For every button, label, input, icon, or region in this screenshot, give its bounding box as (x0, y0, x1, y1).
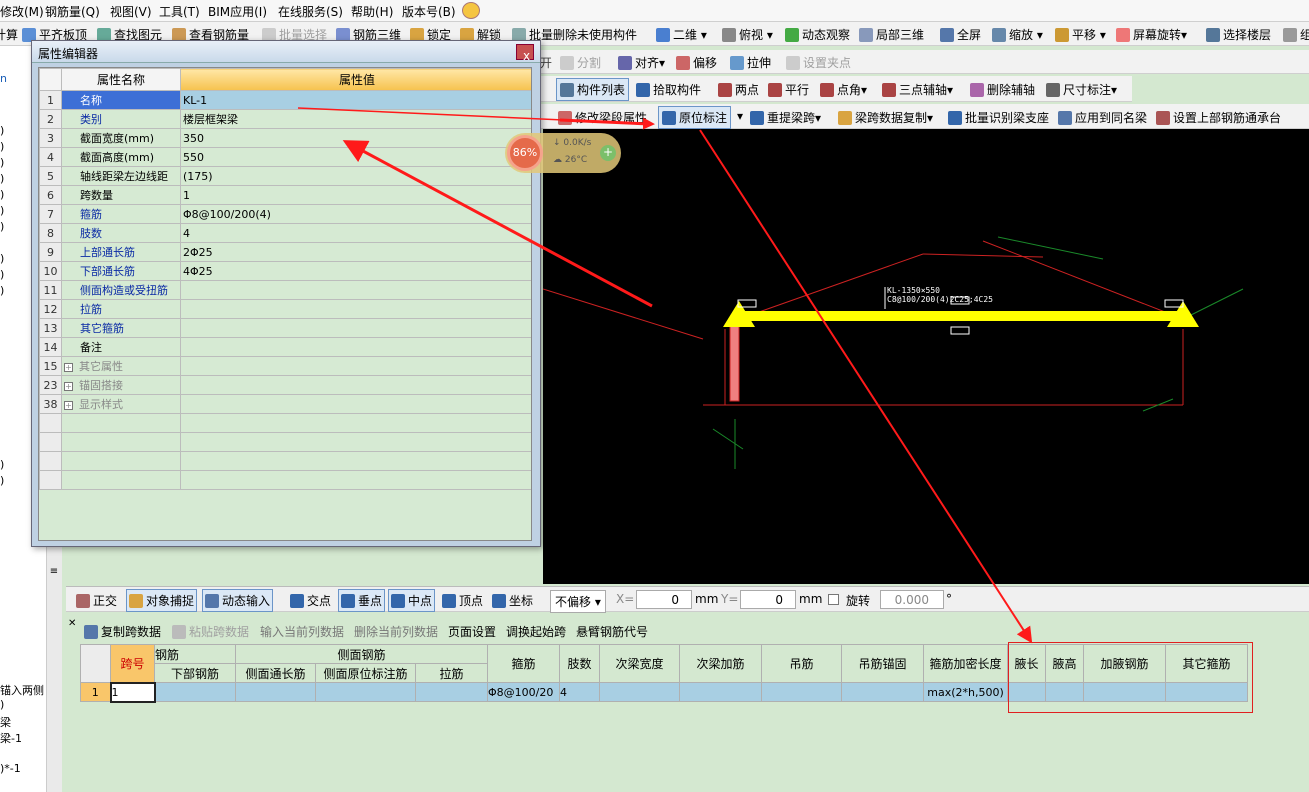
annotation-overlay (297, 107, 1033, 644)
arrow-line (699, 129, 1033, 644)
arrow-line (559, 118, 651, 126)
arrow-line (342, 140, 653, 308)
